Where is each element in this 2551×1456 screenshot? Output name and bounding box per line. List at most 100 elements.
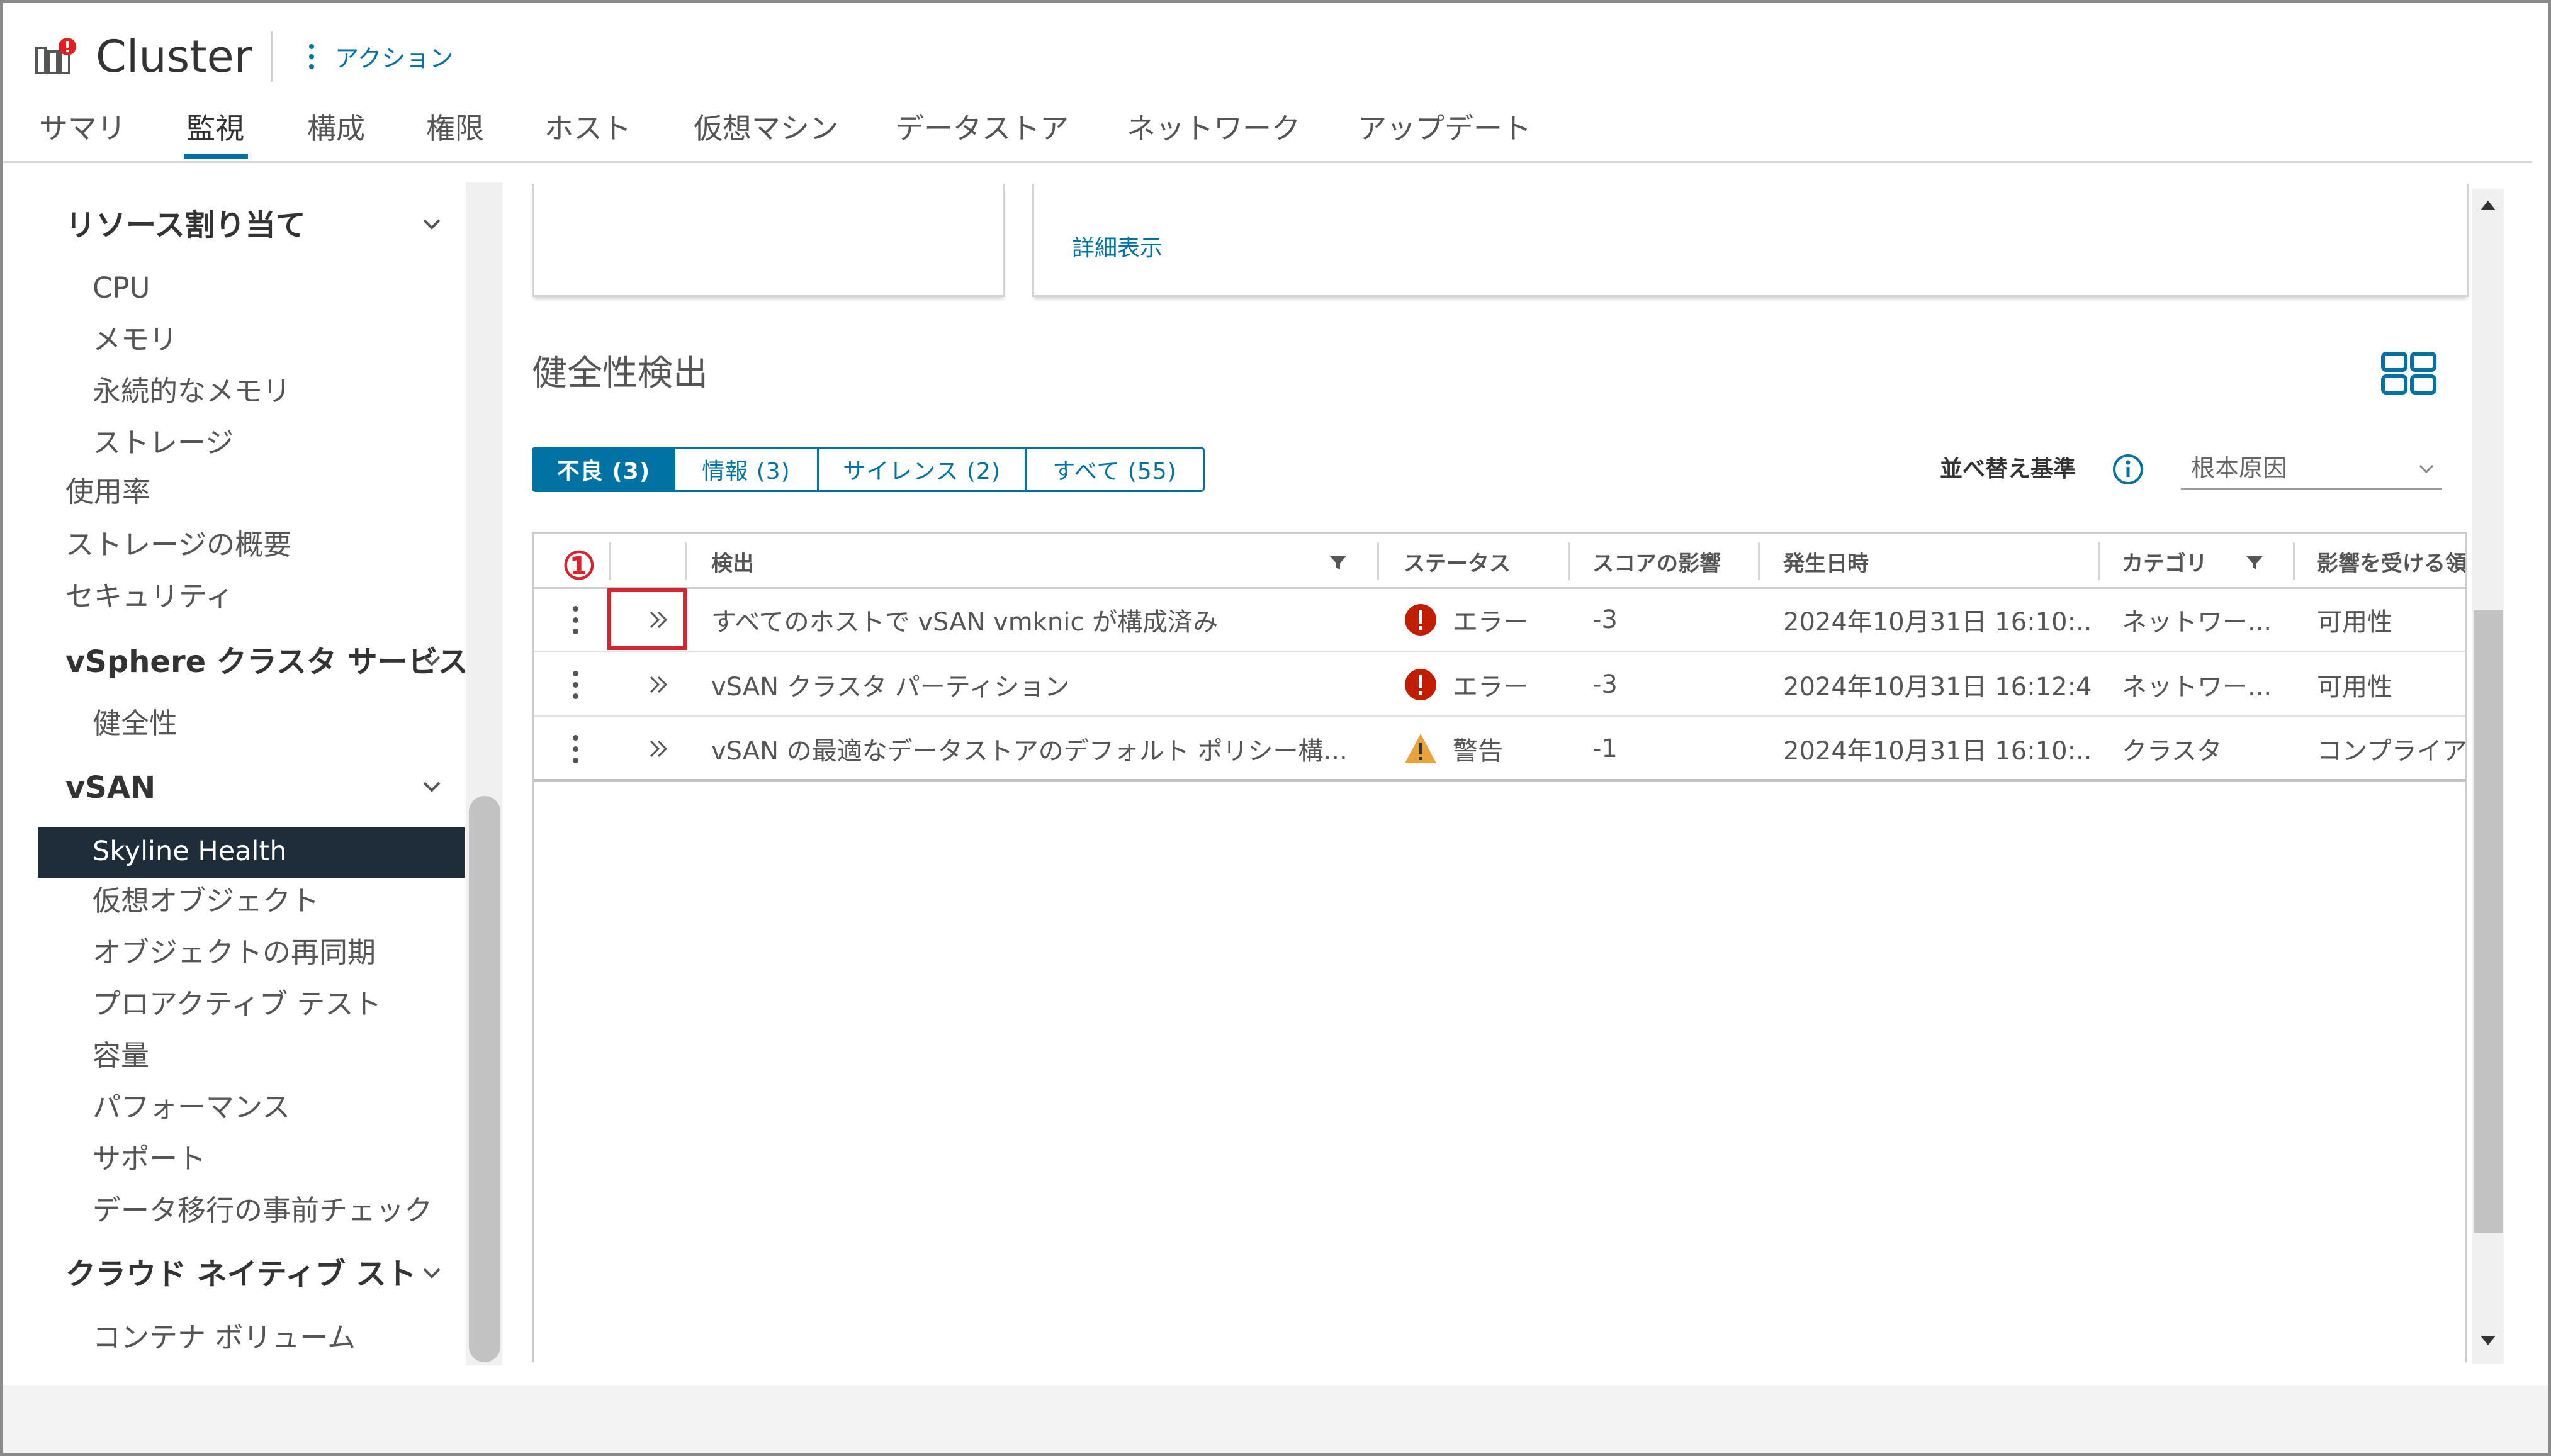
column-header-occurred[interactable]: 発生日時	[1783, 534, 1869, 589]
summary-card-right	[1032, 184, 2469, 297]
sidebar-group-vsan[interactable]: vSAN	[65, 769, 155, 807]
affected-cell: 可用性	[2317, 608, 2392, 637]
occurred-cell: 2024年10月31日 16:12:41	[1783, 673, 2092, 702]
section-title: 健全性検出	[532, 353, 708, 394]
active-tab-indicator	[184, 154, 248, 159]
sidebar-item-capacity[interactable]: 容量	[93, 1037, 149, 1075]
findings-filter-group: 不良 (3) 情報 (3) サイレンス (2) すべて (55)	[532, 447, 1205, 492]
sidebar-item-proactive-tests[interactable]: プロアクティブ テスト	[93, 985, 381, 1023]
table-row[interactable]: vSAN クラスタ パーティション エラー -3 2024年10月31日 16:…	[534, 654, 2465, 717]
sidebar-scrollbar-thumb[interactable]	[469, 796, 500, 1362]
footer-band	[3, 1385, 2548, 1453]
chevron-down-icon	[2419, 464, 2434, 474]
scroll-up-icon[interactable]	[2479, 196, 2498, 215]
tab-vms[interactable]: 仮想マシン	[694, 108, 838, 148]
finding-cell: すべてのホストで vSAN vmknic が構成済み	[711, 608, 1219, 637]
column-header-category[interactable]: カテゴリ	[2122, 534, 2207, 589]
main-scrollbar-thumb[interactable]	[2474, 610, 2503, 1233]
sort-by-value: 根本原因	[2191, 454, 2287, 482]
tab-datastores[interactable]: データストア	[895, 108, 1069, 148]
tab-hosts[interactable]: ホスト	[544, 108, 631, 148]
tabs-divider	[3, 161, 2532, 163]
sidebar-item-utilization[interactable]: 使用率	[65, 473, 150, 511]
table-row[interactable]: vSAN の最適なデータストアのデフォルト ポリシー構... 警告 -1 202…	[534, 719, 2465, 782]
sidebar-group-vsphere-services[interactable]: vSphere クラスタ サービス	[65, 643, 468, 681]
annotation-callout: ①	[562, 544, 596, 588]
filter-all-button[interactable]: すべて (55)	[1027, 449, 1203, 490]
row-actions-icon[interactable]	[573, 719, 578, 779]
sidebar-item-cpu[interactable]: CPU	[93, 269, 150, 307]
status-text: エラー	[1453, 673, 1528, 702]
affected-cell: 可用性	[2317, 673, 2392, 702]
status-cell: エラー	[1404, 654, 1561, 715]
filter-icon[interactable]	[1328, 552, 1348, 573]
tab-summary[interactable]: サマリ	[39, 108, 126, 148]
score-cell: -1	[1592, 734, 1618, 763]
tab-networks[interactable]: ネットワーク	[1127, 108, 1300, 148]
sidebar-item-memory[interactable]: メモリ	[93, 321, 177, 359]
status-cell: 警告	[1404, 719, 1561, 779]
grid-view-icon[interactable]	[2380, 351, 2437, 396]
header-divider	[271, 31, 273, 82]
row-actions-icon[interactable]	[573, 654, 578, 715]
filter-bad-button[interactable]: 不良 (3)	[534, 449, 675, 490]
column-header-status[interactable]: ステータス	[1404, 534, 1511, 589]
sidebar-group-cloud-native-storage[interactable]: クラウド ネイティブ ストレ	[65, 1255, 421, 1293]
filter-icon[interactable]	[2244, 552, 2265, 573]
filter-info-button[interactable]: 情報 (3)	[675, 449, 819, 490]
tab-updates[interactable]: アップデート	[1358, 108, 1531, 148]
actions-label: アクション	[335, 45, 454, 72]
affected-cell: コンプライア	[2317, 737, 2467, 766]
tab-permissions[interactable]: 権限	[426, 108, 484, 148]
warning-icon	[1405, 734, 1436, 763]
findings-datagrid: 検出 ステータス スコアの影響 発生日時 カテゴリ 影響を受ける領 すべてのホス…	[532, 532, 2467, 1362]
occurred-cell: 2024年10月31日 16:10:...	[1783, 737, 2092, 766]
cluster-icon	[35, 38, 76, 74]
datagrid-header: 検出 ステータス スコアの影響 発生日時 カテゴリ 影響を受ける領	[534, 534, 2465, 589]
expand-row-icon[interactable]	[641, 654, 676, 715]
sidebar-item-health[interactable]: 健全性	[93, 705, 177, 742]
sidebar-item-security[interactable]: セキュリティ	[65, 578, 234, 615]
sidebar-item-virtual-objects[interactable]: 仮想オブジェクト	[93, 882, 319, 920]
category-cell: クラスタ	[2122, 737, 2222, 766]
sidebar-item-container-volumes[interactable]: コンテナ ボリューム	[93, 1319, 356, 1357]
status-cell: エラー	[1404, 589, 1561, 651]
occurred-cell: 2024年10月31日 16:10:...	[1783, 608, 2092, 637]
chevron-down-icon[interactable]	[420, 1262, 443, 1284]
table-row[interactable]: すべてのホストで vSAN vmknic が構成済み エラー -3 2024年1…	[534, 589, 2465, 652]
category-cell: ネットワー...	[2122, 608, 2272, 637]
status-text: 警告	[1453, 737, 1503, 766]
kebab-icon	[308, 43, 315, 69]
row-actions-icon[interactable]	[573, 589, 578, 651]
column-header-finding[interactable]: 検出	[711, 534, 754, 589]
chevron-down-icon[interactable]	[420, 213, 443, 235]
details-link[interactable]: 詳細表示	[1072, 230, 1163, 262]
expand-row-icon[interactable]	[641, 719, 676, 779]
column-header-score-impact[interactable]: スコアの影響	[1592, 534, 1721, 589]
tab-monitor[interactable]: 監視	[186, 108, 244, 148]
filter-silenced-button[interactable]: サイレンス (2)	[819, 449, 1027, 490]
sidebar-item-persistent-memory[interactable]: 永続的なメモリ	[93, 372, 291, 410]
sort-by-select[interactable]: 根本原因	[2181, 448, 2442, 490]
error-icon	[1405, 669, 1436, 700]
sidebar-item-resync-objects[interactable]: オブジェクトの再同期	[93, 934, 376, 972]
chevron-down-icon[interactable]	[420, 775, 443, 798]
sidebar-item-performance[interactable]: パフォーマンス	[93, 1089, 290, 1126]
column-header-affected[interactable]: 影響を受ける領	[2317, 534, 2465, 589]
scroll-down-icon[interactable]	[2479, 1331, 2498, 1350]
category-cell: ネットワー...	[2122, 673, 2272, 702]
sort-by-label: 並べ替え基準	[1940, 456, 2076, 482]
sidebar-group-resource-allocation[interactable]: リソース割り当て	[65, 206, 306, 244]
sidebar-item-storage-overview[interactable]: ストレージの概要	[65, 526, 291, 564]
sidebar-item-data-migration-precheck[interactable]: データ移行の事前チェック	[93, 1192, 432, 1229]
tab-configure[interactable]: 構成	[307, 108, 365, 148]
actions-menu[interactable]: アクション	[308, 39, 453, 74]
sidebar-item-support[interactable]: サポート	[93, 1140, 206, 1178]
finding-cell: vSAN クラスタ パーティション	[711, 673, 1070, 702]
info-icon[interactable]	[2112, 453, 2144, 486]
chevron-down-icon[interactable]	[420, 649, 443, 672]
sidebar-item-label: Skyline Health	[93, 836, 287, 867]
score-cell: -3	[1592, 605, 1618, 634]
score-cell: -3	[1592, 670, 1618, 699]
sidebar-item-storage[interactable]: ストレージ	[93, 424, 234, 462]
